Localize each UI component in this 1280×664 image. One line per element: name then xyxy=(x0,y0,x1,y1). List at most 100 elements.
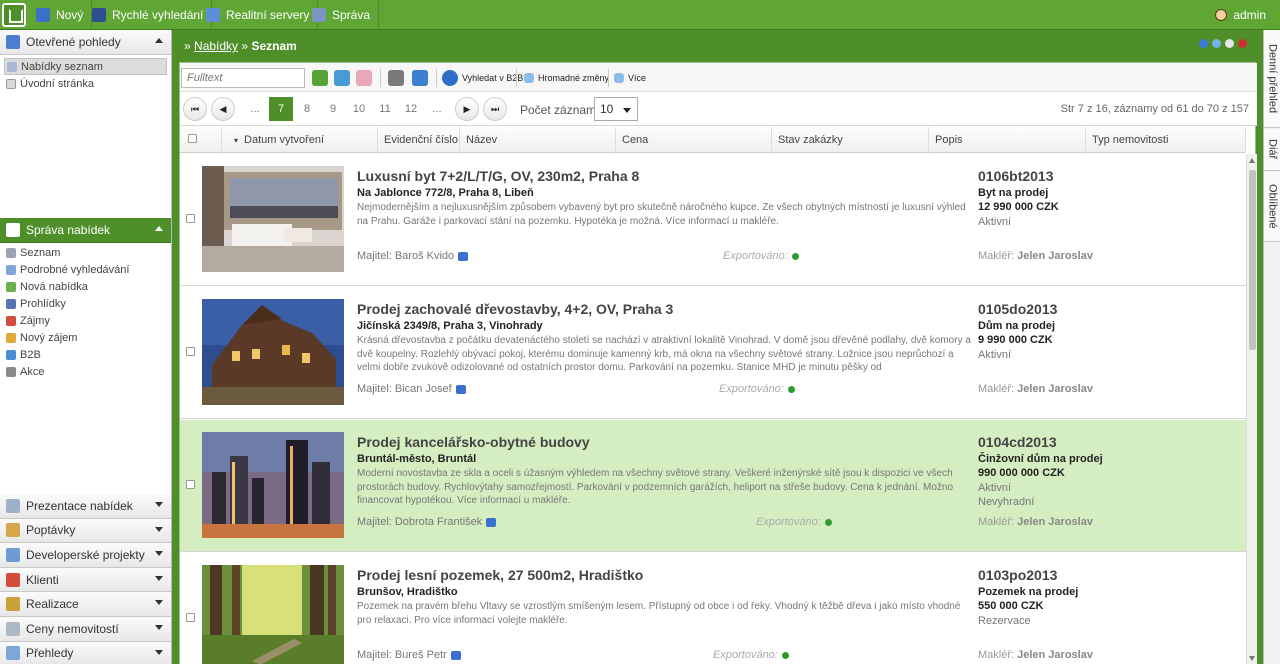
email-button[interactable] xyxy=(412,68,432,88)
property-photo[interactable] xyxy=(202,166,344,272)
table-row[interactable]: Prodej zachovalé dřevostavby, 4+2, OV, P… xyxy=(180,287,1246,419)
count-select[interactable]: 10 xyxy=(594,97,638,121)
offers-item-new-interest[interactable]: Nový zájem xyxy=(0,329,171,346)
first-page-button[interactable]: ⏮ xyxy=(183,97,207,121)
collapse-up-icon[interactable] xyxy=(155,38,163,43)
bulk-changes-button[interactable]: Hromadné změny xyxy=(524,68,609,88)
section-presentations[interactable]: Prezentace nabídek xyxy=(0,494,171,519)
scroll-down-icon[interactable] xyxy=(1249,656,1255,661)
row-checkbox[interactable] xyxy=(186,480,195,489)
expand-down-icon[interactable] xyxy=(155,502,163,507)
nav-realty-servers[interactable]: Realitní servery xyxy=(198,0,319,30)
property-photo[interactable] xyxy=(202,299,344,405)
breadcrumb-link[interactable]: Nabídky xyxy=(194,39,238,53)
offers-header[interactable]: Správa nabídek xyxy=(0,218,171,243)
col-property-type[interactable]: Typ nemovitosti xyxy=(1086,127,1246,153)
section-developer-projects[interactable]: Developerské projekty xyxy=(0,543,171,568)
collapse-up-icon[interactable] xyxy=(155,226,163,231)
col-ref-number[interactable]: Evidenční číslo xyxy=(378,127,460,153)
home-logo-icon[interactable] xyxy=(2,3,26,27)
row-code[interactable]: 0104cd2013 xyxy=(978,434,1057,450)
close-icon[interactable] xyxy=(1238,39,1247,48)
search-button[interactable] xyxy=(312,68,332,88)
vertical-scrollbar[interactable] xyxy=(1246,154,1257,664)
expand-down-icon[interactable] xyxy=(155,575,163,581)
nav-quick-search[interactable]: Rychlé vyhledání xyxy=(84,0,213,30)
page-number[interactable]: 12 xyxy=(399,97,423,121)
col-name[interactable]: Název xyxy=(460,127,616,153)
owner-contact-icon[interactable] xyxy=(455,384,466,394)
open-views-header[interactable]: Otevřené pohledy xyxy=(0,30,171,55)
owner-name[interactable]: Dobrota František xyxy=(395,516,482,528)
offers-item-new-offer[interactable]: Nová nabídka xyxy=(0,278,171,295)
row-title[interactable]: Prodej zachovalé dřevostavby, 4+2, OV, P… xyxy=(357,301,673,317)
section-clients[interactable]: Klienti xyxy=(0,567,171,593)
user-menu[interactable]: admin xyxy=(1215,0,1266,30)
section-reports[interactable]: Přehledy xyxy=(0,641,171,664)
expand-down-icon[interactable] xyxy=(155,624,163,630)
scroll-thumb[interactable] xyxy=(1249,170,1256,350)
last-page-button[interactable]: ⏭ xyxy=(483,97,507,121)
offers-item-b2b[interactable]: B2B xyxy=(0,346,171,363)
offers-item-list[interactable]: Seznam xyxy=(0,244,171,261)
tab-daily-overview[interactable]: Denní přehled xyxy=(1264,30,1280,128)
row-code[interactable]: 0106bt2013 xyxy=(978,168,1054,184)
property-photo[interactable] xyxy=(202,432,344,538)
filter-button[interactable] xyxy=(334,68,354,88)
nav-new[interactable]: Nový xyxy=(28,0,93,30)
owner-name[interactable]: Baroš Kvido xyxy=(395,250,454,262)
col-created[interactable]: ▾ Datum vytvoření xyxy=(222,127,378,153)
page-number[interactable]: 10 xyxy=(347,97,371,121)
owner-name[interactable]: Bican Josef xyxy=(395,383,452,395)
owner-contact-icon[interactable] xyxy=(450,650,461,660)
owner-name[interactable]: Bureš Petr xyxy=(395,649,447,661)
help-icon[interactable] xyxy=(1199,39,1208,48)
row-code[interactable]: 0103po2013 xyxy=(978,567,1057,583)
row-code[interactable]: 0105do2013 xyxy=(978,301,1057,317)
table-row[interactable]: Prodej kancelářsko-obytné budovy Bruntál… xyxy=(180,420,1246,552)
expand-down-icon[interactable] xyxy=(155,526,163,532)
offers-item-actions[interactable]: Akce xyxy=(0,363,171,380)
page-number[interactable]: 8 xyxy=(295,97,319,121)
clear-filter-button[interactable] xyxy=(356,68,376,88)
row-checkbox[interactable] xyxy=(186,613,195,622)
expand-down-icon[interactable] xyxy=(155,600,163,606)
offers-item-interests[interactable]: Zájmy xyxy=(0,312,171,329)
tab-favorites[interactable]: Oblíbené xyxy=(1264,172,1280,242)
print-button[interactable] xyxy=(388,68,408,88)
row-title[interactable]: Prodej kancelářsko-obytné budovy xyxy=(357,434,590,450)
offers-item-detail-search[interactable]: Podrobné vyhledávání xyxy=(0,261,171,278)
section-property-prices[interactable]: Ceny nemovitostí xyxy=(0,616,171,642)
page-number[interactable]: 7 xyxy=(269,97,293,121)
nav-admin[interactable]: Správa xyxy=(304,0,380,30)
tab-diary[interactable]: Diář xyxy=(1264,129,1280,171)
open-view-item[interactable]: Úvodní stránka xyxy=(0,75,171,92)
section-demands[interactable]: Poptávky xyxy=(0,518,171,544)
section-realizations[interactable]: Realizace xyxy=(0,592,171,617)
prev-page-button[interactable]: ◀ xyxy=(211,97,235,121)
scroll-up-icon[interactable] xyxy=(1249,158,1255,163)
row-checkbox[interactable] xyxy=(186,347,195,356)
page-number[interactable]: 11 xyxy=(373,97,397,121)
owner-contact-icon[interactable] xyxy=(486,517,497,527)
row-title[interactable]: Prodej lesní pozemek, 27 500m2, Hradištk… xyxy=(357,567,643,583)
row-checkbox[interactable] xyxy=(186,214,195,223)
page-number[interactable]: 9 xyxy=(321,97,345,121)
expand-down-icon[interactable] xyxy=(155,551,163,557)
undo-icon[interactable] xyxy=(1225,39,1234,48)
col-price[interactable]: Cena xyxy=(616,127,772,153)
offers-item-viewings[interactable]: Prohlídky xyxy=(0,295,171,312)
owner-contact-icon[interactable] xyxy=(458,251,469,261)
fulltext-input[interactable] xyxy=(181,68,305,88)
select-all-checkbox[interactable] xyxy=(188,134,197,143)
row-title[interactable]: Luxusní byt 7+2/L/T/G, OV, 230m2, Praha … xyxy=(357,168,639,184)
search-b2b-button[interactable]: Vyhledat v B2B xyxy=(442,68,523,88)
more-button[interactable]: Více xyxy=(614,68,646,88)
col-description[interactable]: Popis xyxy=(929,127,1086,153)
property-photo[interactable] xyxy=(202,565,344,664)
table-row[interactable]: Luxusní byt 7+2/L/T/G, OV, 230m2, Praha … xyxy=(180,154,1246,286)
table-row[interactable]: Prodej lesní pozemek, 27 500m2, Hradištk… xyxy=(180,553,1246,664)
col-status[interactable]: Stav zakázky xyxy=(772,127,929,153)
open-view-item[interactable]: Nabídky seznam xyxy=(4,58,167,75)
refresh-icon[interactable] xyxy=(1212,39,1221,48)
